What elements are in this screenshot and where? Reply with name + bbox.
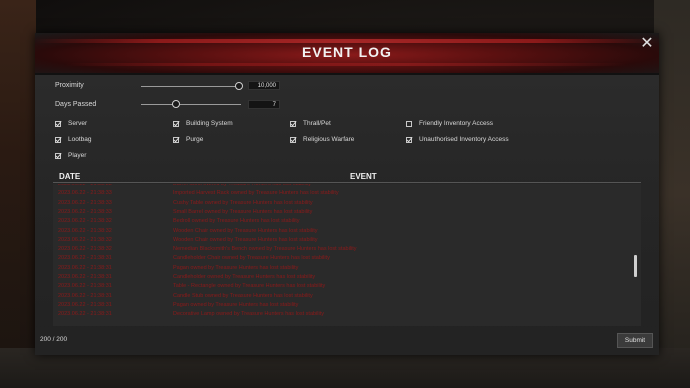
days-passed-slider-thumb[interactable] [172, 100, 180, 108]
log-row-event: Wooden Chair owned by Treasure Hunters h… [173, 227, 318, 234]
log-row-event: Cushy Table owned by Treasure Hunters ha… [173, 199, 313, 206]
checkbox-label: Religious Warfare [303, 136, 355, 143]
log-row-date: 2023.06.22 - 21:38:32 [58, 218, 112, 225]
log-row-event: Wooden Chair owned by Treasure Hunters h… [173, 236, 318, 243]
event-log-window: EVENT LOG ✕ Proximity 10,000 Days Passed… [35, 33, 659, 355]
log-row: 2023.06.22 - 21:38:31 Candleholder owned … [53, 274, 623, 283]
proximity-slider-track[interactable] [141, 86, 241, 87]
checkbox-box[interactable] [173, 136, 179, 143]
log-row-date: 2023.06.22 - 21:38:33 [58, 190, 112, 197]
event-log-list[interactable]: 2023.06.22 - 21:38:33 Barrel Stool owned … [53, 184, 641, 326]
checkbox-box[interactable] [406, 136, 412, 143]
log-row-event: Candleholder owned by Treasure Hunters h… [173, 274, 316, 280]
checkbox-label: Player [68, 152, 87, 159]
log-row-date: 2023.06.22 - 21:38:33 [58, 199, 112, 206]
checkbox-thrall-pet[interactable]: Thrall/Pet [290, 120, 331, 127]
log-row-date: 2023.06.22 - 21:38:33 [58, 208, 112, 215]
log-row: 2023.06.22 - 21:38:31 Pagan owned by Trea… [53, 265, 623, 274]
header-decoration [65, 63, 629, 66]
background-right [654, 0, 690, 388]
log-row-event: Pagan owned by Treasure Hunters has lost… [173, 301, 299, 308]
log-row-event: Candleholder Chair owned by Treasure Hun… [173, 255, 330, 262]
log-row: 2023.06.22 - 21:38:31 Decorative Lamp own… [53, 311, 623, 320]
checkbox-player[interactable]: Player [55, 152, 86, 159]
log-row-date: 2023.06.22 - 21:38:33 [58, 184, 112, 187]
log-row: 2023.06.22 - 21:38:33 Small Barrel owned … [53, 209, 623, 218]
log-row-event: Table - Rectangle owned by Treasure Hunt… [173, 283, 326, 290]
window-footer: 200 / 200 Submit [35, 327, 659, 355]
checkbox-box[interactable] [55, 136, 61, 143]
checkbox-label: Building System [186, 120, 233, 127]
event-count: 200 / 200 [40, 336, 68, 343]
log-row: 2023.06.22 - 21:38:31 Candleholder Chair … [53, 255, 623, 264]
window-title: EVENT LOG [302, 44, 392, 60]
log-row: 2023.06.22 - 21:38:32 Wooden Chair owned … [53, 228, 623, 237]
log-row: 2023.06.22 - 21:38:31 Table - Rectangle o… [53, 283, 623, 292]
log-row-event: Nemedian Blacksmith's Bench owned by Tre… [173, 246, 357, 253]
log-row: 2023.06.22 - 21:38:31 Candle Stub owned b… [53, 293, 623, 302]
log-row: 2023.06.22 - 21:38:32 Wooden Chair owned … [53, 237, 623, 246]
submit-button[interactable]: Submit [617, 333, 653, 348]
header-divider [53, 182, 641, 183]
proximity-label: Proximity [55, 82, 84, 89]
days-passed-label: Days Passed [55, 101, 97, 108]
log-row-date: 2023.06.22 - 21:38:31 [58, 292, 112, 299]
checkbox-label: Purge [186, 136, 204, 143]
log-scrollbar[interactable] [634, 255, 637, 277]
log-row-event: Decorative Lamp owned by Treasure Hunter… [173, 311, 325, 318]
checkbox-label: Unauthorised Inventory Access [419, 136, 509, 143]
log-row: 2023.06.22 - 21:38:33 Barrel Stool owned … [53, 184, 623, 190]
window-header: EVENT LOG ✕ [35, 33, 659, 75]
log-row-event: Barrel Stool owned by Treasure Hunters h… [173, 184, 312, 187]
checkbox-box[interactable] [55, 120, 61, 127]
log-row-date: 2023.06.22 - 21:38:31 [58, 255, 112, 262]
checkbox-box[interactable] [406, 120, 412, 127]
column-header-date: DATE [59, 172, 81, 181]
checkbox-box[interactable] [55, 152, 61, 159]
log-row: 2023.06.22 - 21:38:31 Pagan owned by Trea… [53, 302, 623, 311]
log-row-event: Bedroll owned by Treasure Hunters has lo… [173, 218, 300, 225]
checkbox-friendly-inventory-access[interactable]: Friendly Inventory Access [406, 120, 493, 127]
log-row: 2023.06.22 - 21:38:33 Cushy Table owned b… [53, 200, 623, 209]
log-row-event: Small Barrel owned by Treasure Hunters h… [173, 208, 313, 215]
header-decoration [35, 39, 659, 43]
log-row-date: 2023.06.22 - 21:38:31 [58, 301, 112, 308]
checkbox-label: Thrall/Pet [303, 120, 331, 127]
checkbox-label: Server [68, 120, 88, 127]
log-row-date: 2023.06.22 - 21:38:32 [58, 246, 112, 253]
checkbox-label: Friendly Inventory Access [419, 120, 494, 127]
checkbox-lootbag[interactable]: Lootbag [55, 136, 92, 143]
log-row-date: 2023.06.22 - 21:38:31 [58, 274, 112, 280]
log-row: 2023.06.22 - 21:38:33 Imported Harvest Ra… [53, 190, 623, 199]
log-row-date: 2023.06.22 - 21:38:31 [58, 311, 112, 318]
log-row-event: Candle Stub owned by Treasure Hunters ha… [173, 292, 313, 299]
log-row: 2023.06.22 - 21:38:32 Nemedian Blacksmith… [53, 246, 623, 255]
checkbox-purge[interactable]: Purge [173, 136, 203, 143]
log-row-date: 2023.06.22 - 21:38:32 [58, 236, 112, 243]
log-row: 2023.06.22 - 21:38:32 Bedroll owned by Tr… [53, 218, 623, 227]
checkbox-religious-warfare[interactable]: Religious Warfare [290, 136, 354, 143]
column-header-event: EVENT [350, 172, 377, 181]
proximity-slider-thumb[interactable] [235, 82, 243, 90]
proximity-input[interactable]: 10,000 [248, 81, 280, 90]
days-passed-input[interactable]: 7 [248, 100, 280, 109]
log-row-event: Pagan owned by Treasure Hunters has lost… [173, 264, 299, 271]
checkbox-box[interactable] [290, 136, 296, 143]
log-row-date: 2023.06.22 - 21:38:31 [58, 283, 112, 290]
checkbox-box[interactable] [290, 120, 296, 127]
checkbox-unauthorised-inventory-access[interactable]: Unauthorised Inventory Access [406, 136, 509, 143]
close-icon[interactable]: ✕ [638, 35, 656, 53]
background-left [0, 0, 36, 388]
log-row-date: 2023.06.22 - 21:38:31 [58, 264, 112, 271]
log-row-date: 2023.06.22 - 21:38:32 [58, 227, 112, 234]
checkbox-building-system[interactable]: Building System [173, 120, 233, 127]
checkbox-label: Lootbag [68, 136, 92, 143]
log-row-event: Imported Harvest Rack owned by Treasure … [173, 190, 339, 197]
days-passed-slider-track[interactable] [141, 104, 241, 105]
checkbox-server[interactable]: Server [55, 120, 87, 127]
checkbox-box[interactable] [173, 120, 179, 127]
